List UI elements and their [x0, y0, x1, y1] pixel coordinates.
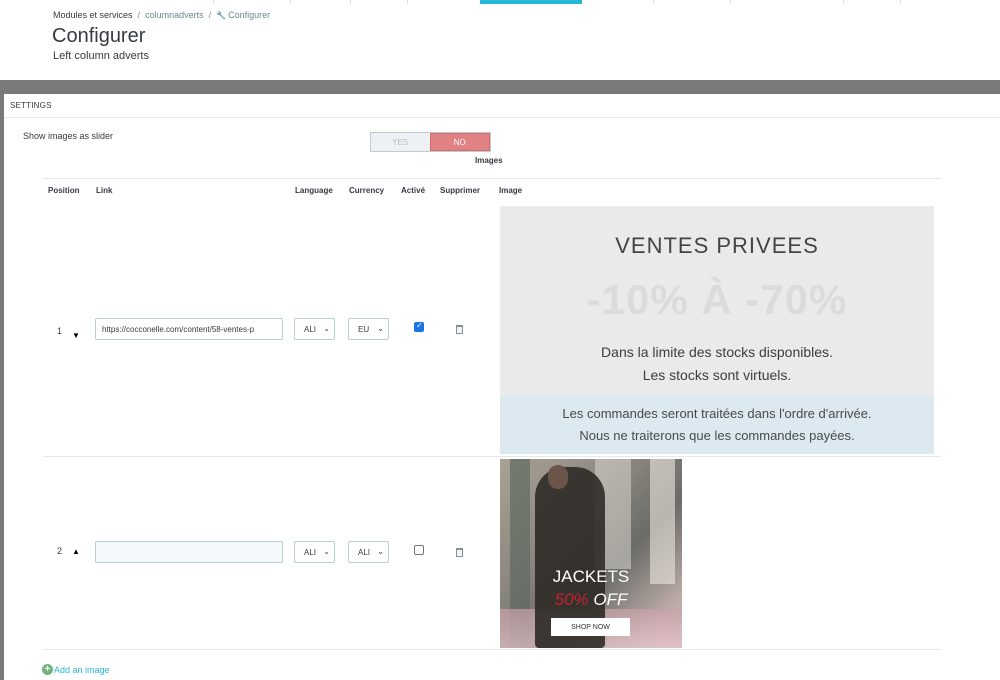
- currency-value: ALI: [358, 547, 371, 557]
- active-checkbox[interactable]: [414, 545, 424, 555]
- currency-select[interactable]: EU ⌄: [348, 318, 389, 340]
- slider-label: Show images as slider: [23, 131, 114, 141]
- ad-model-head: [548, 465, 568, 489]
- ad-line2: Les stocks sont virtuels.: [642, 367, 792, 383]
- wrench-icon: 🔧: [216, 11, 227, 20]
- chevron-down-icon: ⌄: [377, 547, 384, 556]
- trash-icon[interactable]: [456, 548, 463, 557]
- ad-band-line1: Les commandes seront traitées dans l'ord…: [562, 406, 872, 421]
- active-checkbox[interactable]: [414, 321, 424, 332]
- col-position: Position: [48, 186, 80, 195]
- breadcrumb: Modules et services / columnadverts / 🔧 Confi…: [53, 10, 271, 20]
- language-select[interactable]: ALI ⌄: [294, 541, 335, 563]
- page-title: Configurer: [52, 25, 146, 47]
- language-value: ALI: [304, 324, 317, 334]
- ad-title: JACKETS: [552, 567, 630, 586]
- ad-band: [500, 395, 934, 454]
- page-divider: [0, 80, 1000, 94]
- ad-band-line2: Nous ne traiterons que les commandes pay…: [579, 428, 855, 443]
- table-row: 1 ▼ ALI ⌄ EU ⌄ VENTES PRIVEES -10% À -70% …: [43, 199, 941, 457]
- plus-circle-icon: +: [42, 664, 53, 675]
- breadcrumb-module[interactable]: columnadverts: [145, 10, 204, 20]
- link-input[interactable]: [95, 541, 283, 563]
- slider-switch[interactable]: YES NO: [370, 132, 491, 152]
- ad-bg-stripe: [650, 459, 675, 584]
- language-value: ALI: [304, 547, 317, 557]
- link-input[interactable]: [95, 318, 283, 340]
- chevron-down-icon: ⌄: [323, 547, 330, 556]
- col-link: Link: [96, 186, 113, 195]
- chevron-down-icon: ⌄: [323, 324, 330, 333]
- table-row: 2 ▲ ALI ⌄ ALI ⌄ JACKETS 50% OFF SHOP NOW: [43, 457, 941, 650]
- move-up-arrow[interactable]: ▲: [72, 547, 80, 556]
- add-image-label: Add an image: [54, 664, 110, 675]
- ad-discount: 50% OFF: [500, 590, 682, 610]
- col-currency: Currency: [349, 186, 385, 195]
- ad-title: VENTES PRIVEES: [615, 233, 819, 258]
- ad-line1: Dans la limite des stocks disponibles.: [601, 344, 833, 360]
- panel-heading: SETTINGS: [4, 94, 1000, 118]
- row-position: 1: [57, 326, 63, 336]
- currency-select[interactable]: ALI ⌄: [348, 541, 389, 563]
- switch-no[interactable]: NO: [429, 133, 490, 151]
- row-position: 2: [57, 546, 63, 556]
- table-header: Position Link Language Currency Activé S…: [43, 178, 941, 199]
- col-delete: Supprimer: [440, 186, 481, 195]
- shop-now-button: SHOP NOW: [551, 618, 630, 636]
- ad-discount-pct: 50%: [554, 590, 589, 609]
- ad-percent: -10% À -70%: [586, 276, 848, 323]
- advert-image: JACKETS 50% OFF SHOP NOW: [500, 459, 682, 648]
- page-header: Modules et services / columnadverts / 🔧 Confi…: [0, 4, 1000, 80]
- page-subtitle: Left column adverts: [53, 50, 149, 62]
- col-language: Language: [295, 186, 333, 195]
- breadcrumb-modules[interactable]: Modules et services: [53, 10, 133, 20]
- settings-panel: SETTINGS Show images as slider YES NO Im…: [4, 94, 1000, 680]
- language-select[interactable]: ALI ⌄: [294, 318, 335, 340]
- trash-icon[interactable]: [456, 325, 463, 334]
- breadcrumb-current: Configurer: [228, 10, 271, 20]
- advert-image: VENTES PRIVEES -10% À -70% Dans la limit…: [500, 206, 934, 454]
- switch-yes[interactable]: YES: [371, 133, 430, 151]
- currency-value: EU: [358, 324, 370, 334]
- add-image-link[interactable]: + Add an image: [42, 664, 110, 675]
- move-down-arrow[interactable]: ▼: [72, 331, 80, 340]
- images-title: Images: [475, 156, 503, 165]
- chevron-down-icon: ⌄: [377, 324, 384, 333]
- ad-discount-off: OFF: [593, 590, 628, 609]
- col-active: Activé: [401, 186, 426, 195]
- col-image: Image: [499, 186, 523, 195]
